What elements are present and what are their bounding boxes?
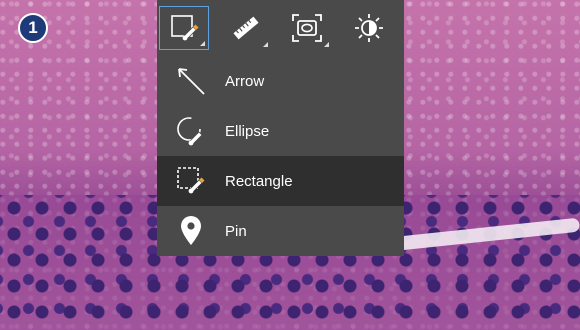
brightness-icon	[355, 14, 384, 42]
menu-item-pin[interactable]: Pin	[157, 206, 404, 256]
menu-item-label: Pin	[225, 222, 247, 240]
annotation-dropdown-menu: Arrow Ellipse Rectangle Pin	[157, 56, 404, 256]
arrow-icon	[157, 56, 225, 106]
menu-item-ellipse[interactable]: Ellipse	[157, 106, 404, 156]
pin-icon	[157, 206, 225, 256]
brightness-tool-button[interactable]	[344, 6, 394, 50]
menu-item-arrow[interactable]: Arrow	[157, 56, 404, 106]
measure-tool-button[interactable]	[221, 6, 271, 50]
capture-tool-button[interactable]	[283, 6, 333, 50]
rectangle-icon	[157, 156, 225, 206]
annotation-toolbar	[157, 0, 404, 56]
step-number: 1	[28, 18, 38, 37]
menu-item-label: Ellipse	[225, 122, 270, 140]
menu-item-label: Arrow	[225, 72, 265, 90]
chevron-down-icon	[324, 42, 330, 47]
menu-item-rectangle[interactable]: Rectangle	[157, 156, 404, 206]
step-number-badge: 1	[18, 13, 48, 43]
chevron-down-icon	[262, 42, 268, 47]
ellipse-icon	[157, 106, 225, 156]
rectangle-annotation-icon	[171, 15, 199, 41]
ruler-icon	[233, 16, 259, 40]
chevron-down-icon	[199, 41, 205, 46]
region-capture-icon	[292, 14, 323, 42]
menu-item-label: Rectangle	[225, 172, 293, 190]
annotate-tool-button[interactable]	[159, 6, 209, 50]
